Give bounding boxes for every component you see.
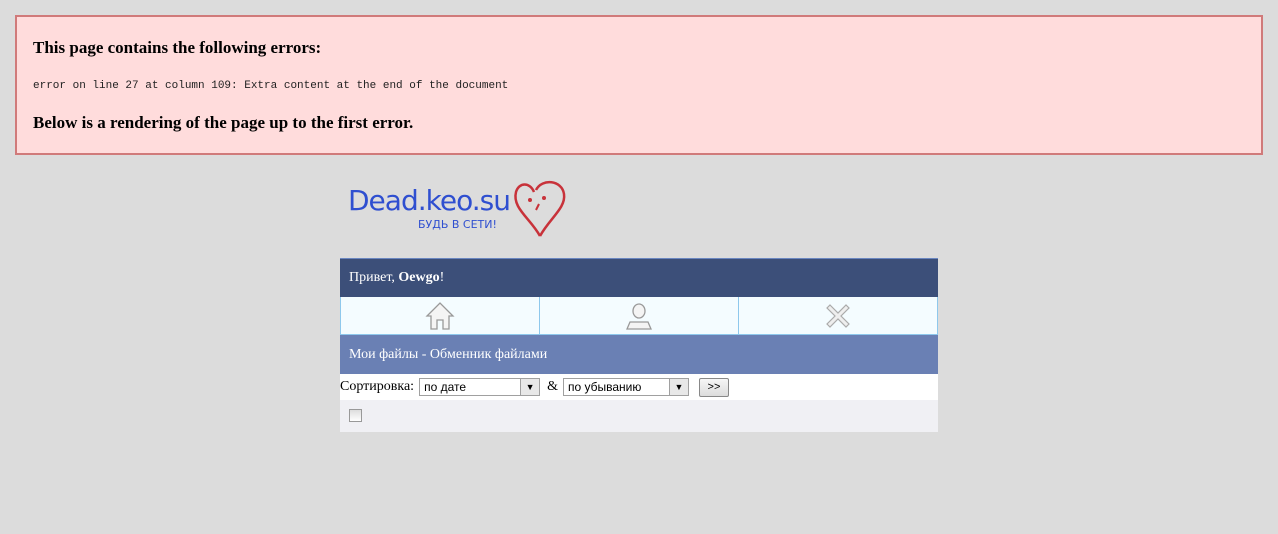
nav-bar — [340, 297, 938, 335]
close-icon — [826, 303, 850, 328]
greeting-bar: Привет, Oewgo! — [340, 258, 938, 297]
chevron-down-icon: ▼ — [520, 379, 540, 395]
logo-name: Dead.keo.su — [348, 184, 511, 217]
section-title: Мои файлы - Обменник файлами — [340, 335, 938, 374]
logo-slogan: БУДЬ В СЕТИ! — [418, 218, 497, 231]
site-logo[interactable]: Dead.keo.su БУДЬ В СЕТИ! — [340, 170, 938, 258]
sort-order-select[interactable]: по убыванию ▼ — [562, 378, 689, 396]
page-content: Dead.keo.su БУДЬ В СЕТИ! Привет, Oewgo! … — [340, 170, 938, 432]
nav-logout-button[interactable] — [739, 297, 937, 334]
sort-row: Сортировка: по дате ▼ & по убыванию ▼ >> — [340, 374, 938, 400]
error-message: error on line 27 at column 109: Extra co… — [33, 80, 509, 92]
select-all-row — [340, 400, 938, 432]
select-all-checkbox[interactable] — [349, 409, 362, 422]
sort-label: Сортировка: — [340, 379, 415, 394]
greeting-text: Привет, — [349, 270, 399, 285]
sort-submit-button[interactable]: >> — [698, 377, 729, 397]
sort-order-value: по убыванию — [567, 380, 642, 394]
error-heading: This page contains the following errors: — [33, 38, 322, 57]
sort-field-value: по дате — [424, 380, 467, 394]
error-box: This page contains the following errors:… — [15, 15, 1263, 155]
home-icon — [425, 301, 455, 330]
user-icon — [626, 302, 652, 330]
heart-icon — [514, 181, 566, 237]
greeting-exclaim: ! — [439, 270, 445, 285]
sort-connector: & — [547, 379, 558, 394]
chevron-down-icon: ▼ — [668, 379, 688, 395]
sort-field-select[interactable]: по дате ▼ — [419, 378, 541, 396]
nav-home-button[interactable] — [341, 297, 540, 334]
nav-profile-button[interactable] — [540, 297, 739, 334]
username[interactable]: Oewgo — [398, 270, 439, 285]
error-footer: Below is a rendering of the page up to t… — [33, 113, 414, 132]
